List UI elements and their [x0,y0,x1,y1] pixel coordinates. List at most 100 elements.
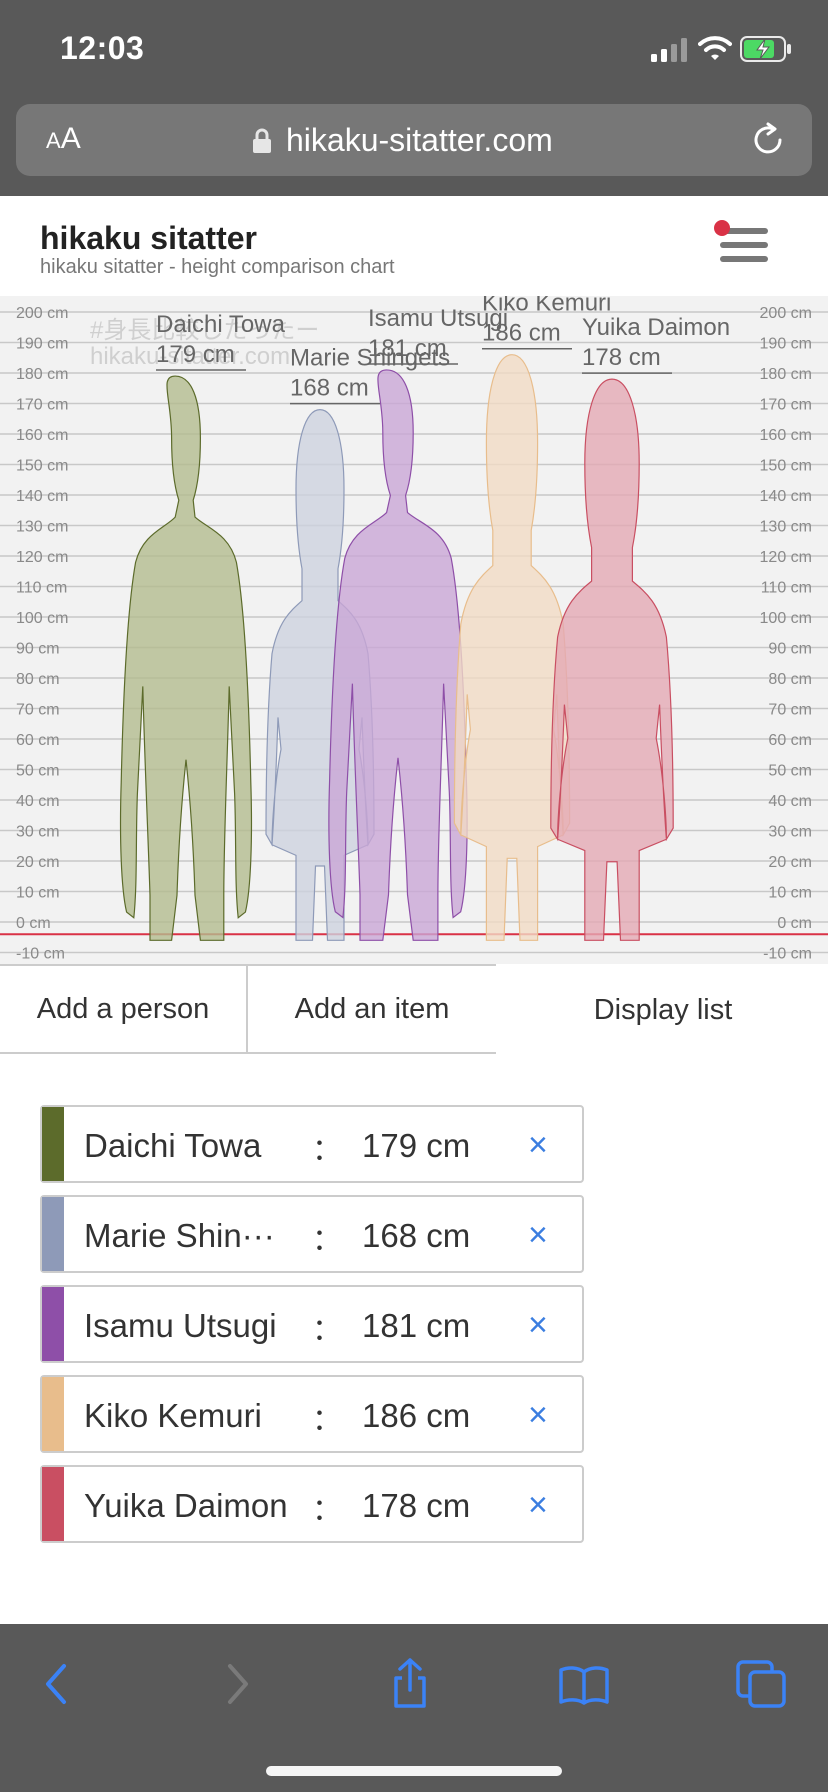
remove-person-icon[interactable]: × [528,1125,548,1165]
y-tick-label-left: 100 cm [16,610,68,627]
browser-top-bar: 12:03 AA hikaku-sitatter.com [0,0,828,196]
list-item[interactable]: Yuika Daimon ： 178 cm × [40,1465,584,1543]
menu-bar-icon [720,256,768,262]
y-tick-label-right: 130 cm [760,519,812,536]
person-name[interactable]: Kiko Kemuri [84,1397,262,1435]
figure-height-label: 168 cm [290,375,369,402]
remove-person-icon[interactable]: × [528,1485,548,1525]
figure-height-label: 181 cm [368,335,447,362]
y-tick-label-left: 120 cm [16,549,68,566]
tabs-icon[interactable] [734,1656,790,1712]
status-time: 12:03 [60,30,145,66]
person-list: Daichi Towa ： 179 cm × Marie Shin··· ： 1… [40,1105,584,1555]
url-text[interactable]: hikaku-sitatter.com [286,122,553,159]
y-tick-label-right: 140 cm [760,488,812,505]
y-tick-label-left: 60 cm [16,732,60,749]
person-name[interactable]: Daichi Towa [84,1127,261,1165]
person-figure[interactable] [454,355,569,941]
chart-canvas: -10 cm -10 cm 0 cm 0 cm 10 cm 10 cm 20 cm 20 cm… [0,296,828,963]
y-tick-label-right: 0 cm [777,915,812,932]
add-person-button[interactable]: Add a person [0,964,248,1054]
y-tick-label-right: 20 cm [768,854,812,871]
list-item[interactable]: Marie Shin··· ： 168 cm × [40,1195,584,1273]
share-icon[interactable] [382,1656,438,1712]
y-tick-label-left: 50 cm [16,763,60,780]
person-height[interactable]: 168 cm [362,1217,470,1255]
y-tick-label-left: 90 cm [16,641,60,658]
remove-person-icon[interactable]: × [528,1305,548,1345]
person-silhouette [121,376,252,940]
y-tick-label-right: 120 cm [760,549,812,566]
y-tick-label-right: -10 cm [763,946,812,963]
person-figure[interactable] [121,376,252,940]
person-figure[interactable] [551,379,673,940]
y-tick-label-left: 140 cm [16,488,68,505]
person-silhouette [329,370,467,940]
separator: ： [312,1494,342,1527]
cellular-signal-icon [651,38,687,62]
color-swatch [42,1197,64,1271]
person-height[interactable]: 181 cm [362,1307,470,1345]
color-swatch [42,1467,64,1541]
y-tick-label-right: 80 cm [768,671,812,688]
action-row: Add a person Add an item Display list [0,964,828,1054]
y-tick-label-right: 90 cm [768,641,812,658]
y-tick-label-left: 160 cm [16,427,68,444]
y-tick-label-right: 160 cm [760,427,812,444]
menu-bar-icon [720,242,768,248]
y-tick-label-right: 100 cm [760,610,812,627]
y-tick-label-left: 40 cm [16,793,60,810]
remove-person-icon[interactable]: × [528,1215,548,1255]
person-figure[interactable] [329,370,467,940]
battery-charging-icon [740,36,791,62]
person-name[interactable]: Yuika Daimon [84,1487,288,1525]
bookmarks-icon[interactable] [556,1656,612,1712]
y-tick-label-right: 60 cm [768,732,812,749]
y-tick-label-right: 150 cm [760,458,812,475]
y-tick-label-right: 40 cm [768,793,812,810]
y-tick-label-right: 30 cm [768,824,812,841]
site-subtitle: hikaku sitatter - height comparison char… [40,256,395,278]
person-silhouette [454,355,569,941]
y-tick-label-left: 190 cm [16,336,68,353]
list-item[interactable]: Isamu Utsugi ： 181 cm × [40,1285,584,1363]
wifi-icon [698,36,732,60]
y-tick-label-right: 170 cm [760,397,812,414]
color-swatch [42,1377,64,1451]
y-tick-label-left: 200 cm [16,305,68,322]
remove-person-icon[interactable]: × [528,1395,548,1435]
site-title[interactable]: hikaku sitatter [40,220,257,257]
y-tick-label-left: 10 cm [16,885,60,902]
y-tick-label-right: 70 cm [768,702,812,719]
person-name[interactable]: Isamu Utsugi [84,1307,277,1345]
list-item[interactable]: Daichi Towa ： 179 cm × [40,1105,584,1183]
list-item[interactable]: Kiko Kemuri ： 186 cm × [40,1375,584,1453]
add-item-button[interactable]: Add an item [246,964,498,1054]
y-tick-label-left: 150 cm [16,458,68,475]
y-tick-label-left: 20 cm [16,854,60,871]
y-tick-label-right: 180 cm [760,366,812,383]
back-icon[interactable] [30,1656,86,1712]
person-height[interactable]: 186 cm [362,1397,470,1435]
person-silhouette [551,379,673,940]
display-list-button[interactable]: Display list [496,964,828,1054]
notification-dot-icon [714,220,730,236]
text-size-button[interactable]: AA [46,122,81,156]
figure-height-label: 179 cm [156,341,235,368]
person-height[interactable]: 179 cm [362,1127,470,1165]
reload-icon[interactable] [750,122,786,158]
forward-icon[interactable] [208,1656,264,1712]
lock-icon [253,128,271,153]
person-height[interactable]: 178 cm [362,1487,470,1525]
y-tick-label-left: 110 cm [16,580,67,597]
y-tick-label-right: 110 cm [761,580,812,597]
figure-height-label: 178 cm [582,344,661,371]
y-tick-label-left: 80 cm [16,671,60,688]
y-tick-label-left: 70 cm [16,702,60,719]
separator: ： [312,1404,342,1437]
hamburger-menu-button[interactable] [712,220,768,272]
address-bar[interactable]: AA hikaku-sitatter.com [16,104,812,176]
y-tick-label-right: 190 cm [760,336,812,353]
y-tick-label-left: -10 cm [16,946,65,963]
person-name[interactable]: Marie Shin··· [84,1217,275,1255]
